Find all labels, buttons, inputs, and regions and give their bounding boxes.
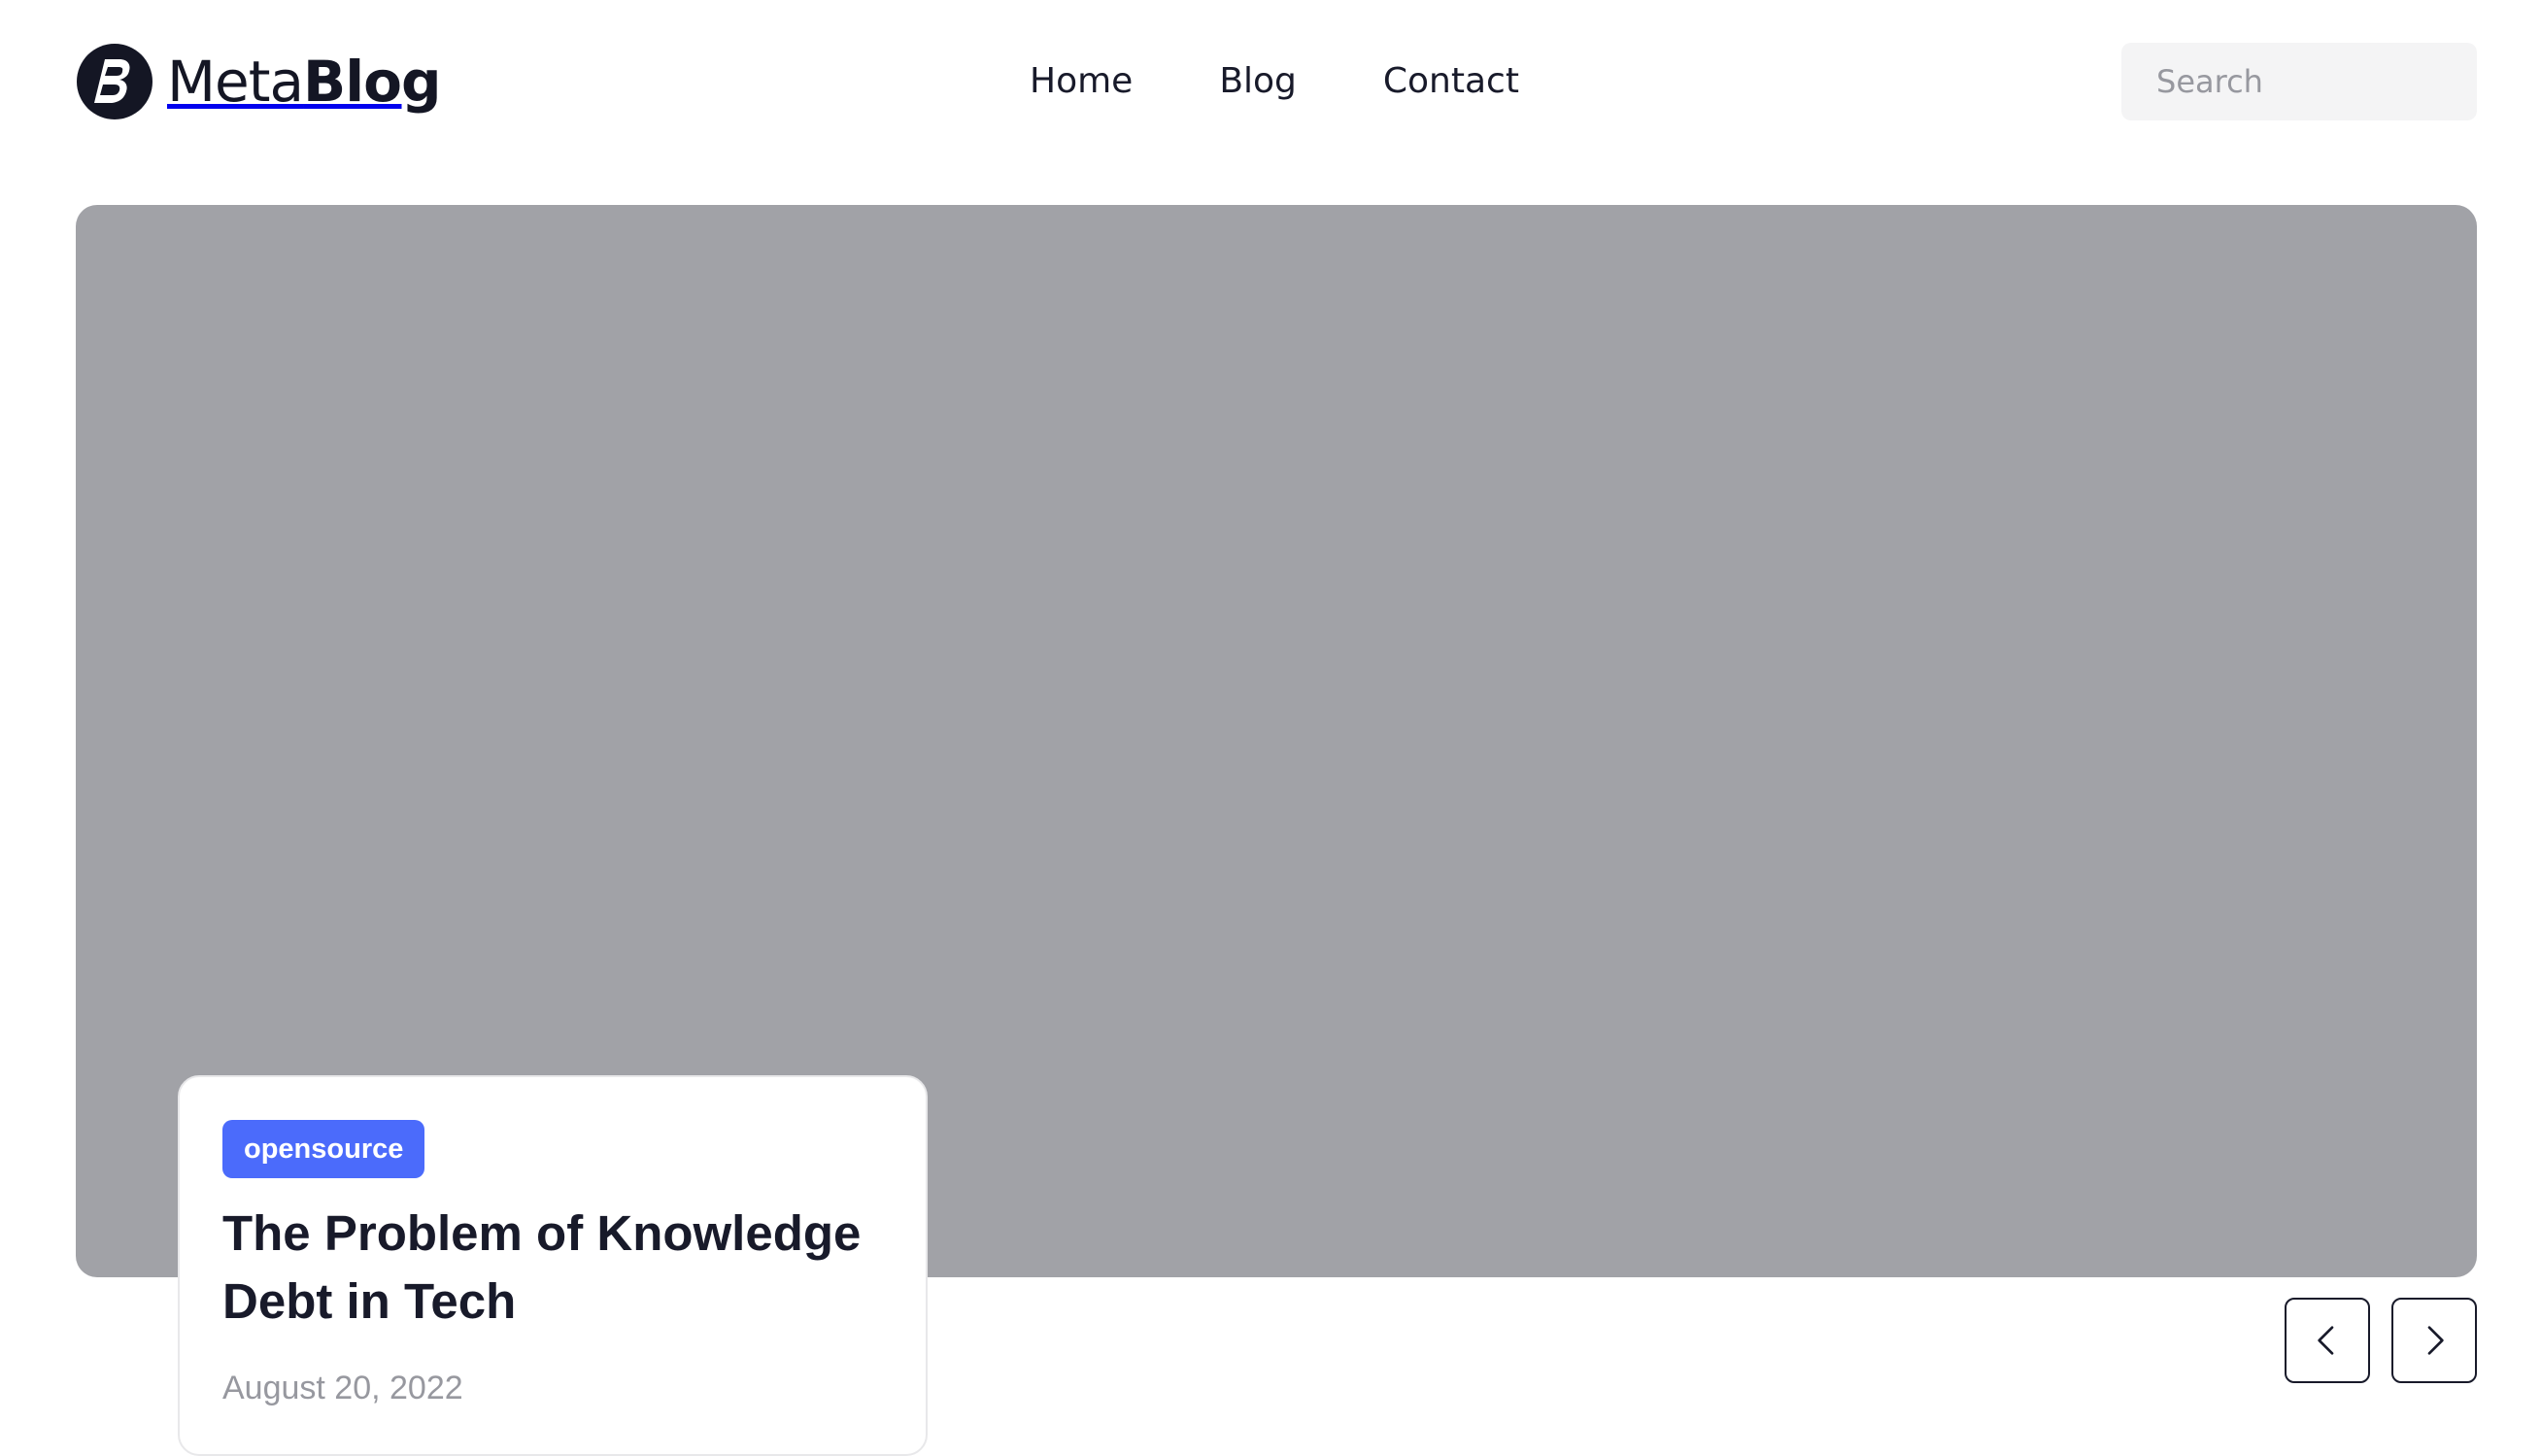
featured-hero[interactable]: opensource The Problem of Knowledge Debt… <box>76 205 2477 1456</box>
search-input[interactable] <box>2156 63 2541 100</box>
brand-name: MetaBlog <box>167 53 441 110</box>
nav-link-blog[interactable]: Blog <box>1219 60 1297 103</box>
chevron-left-icon <box>2318 1326 2334 1355</box>
chevron-right-icon <box>2427 1326 2444 1355</box>
post-category-badge[interactable]: opensource <box>222 1120 425 1178</box>
carousel-pager <box>2285 1298 2477 1383</box>
brand-name-bold: Blog <box>303 49 441 115</box>
previous-button[interactable] <box>2285 1298 2370 1383</box>
nav-link-home[interactable]: Home <box>1030 60 1133 103</box>
nav-link-contact[interactable]: Contact <box>1383 60 1519 103</box>
post-date: August 20, 2022 <box>222 1370 463 1406</box>
next-button[interactable] <box>2391 1298 2477 1383</box>
site-header: MetaBlog Home Blog Contact <box>0 0 2541 163</box>
brand-name-light: Meta <box>167 49 304 115</box>
metablog-logo-icon <box>77 44 152 119</box>
main-nav: Home Blog Contact <box>1030 60 1519 103</box>
search-box <box>2121 43 2541 120</box>
brand-logo[interactable]: MetaBlog <box>76 43 441 120</box>
post-title[interactable]: The Problem of Knowledge Debt in Tech <box>222 1200 883 1336</box>
featured-post-card[interactable]: opensource The Problem of Knowledge Debt… <box>178 1075 928 1456</box>
